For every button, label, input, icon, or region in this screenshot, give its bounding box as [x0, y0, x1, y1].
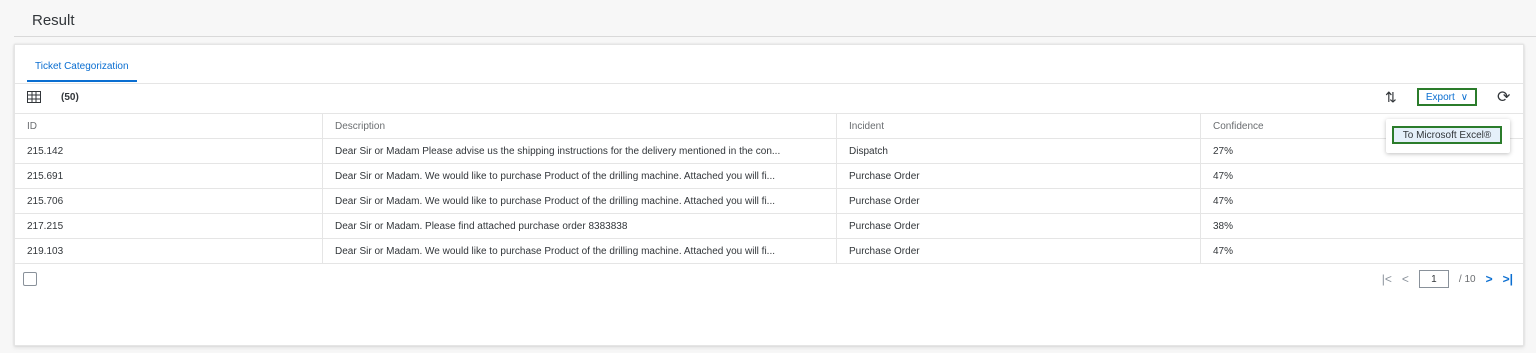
cell-incident: Purchase Order [836, 213, 1201, 239]
cell-incident: Purchase Order [836, 188, 1201, 214]
cell-id: 217.215 [15, 213, 323, 239]
cell-description: Dear Sir or Madam. We would like to purc… [322, 238, 837, 264]
last-page-icon[interactable]: >| [1503, 272, 1513, 286]
first-page-icon[interactable]: |< [1382, 272, 1392, 286]
table-row[interactable]: 215.142 Dear Sir or Madam Please advise … [15, 138, 1523, 164]
export-label: Export [1425, 91, 1455, 103]
tab-bar: Ticket Categorization [15, 45, 1523, 84]
export-button[interactable]: Export ∨ [1417, 88, 1477, 106]
tab-ticket-categorization[interactable]: Ticket Categorization [27, 61, 137, 82]
page-number-input[interactable] [1418, 270, 1449, 288]
column-header-description[interactable]: Description [322, 113, 837, 139]
page-title: Result [32, 12, 75, 29]
table-header-row: ID Description Incident Confidence [15, 113, 1523, 139]
pagination: |< < / 10 > >| [1382, 270, 1513, 288]
cell-description: Dear Sir or Madam. We would like to purc… [322, 188, 837, 214]
table-footer: |< < / 10 > >| [15, 264, 1523, 294]
row-count: (50) [61, 92, 79, 103]
result-card: Ticket Categorization (50) ⇅ Export ∨ ⟳ … [14, 44, 1524, 346]
table-row[interactable]: 219.103 Dear Sir or Madam. We would like… [15, 238, 1523, 264]
cell-id: 219.103 [15, 238, 323, 264]
table-row[interactable]: 215.706 Dear Sir or Madam. We would like… [15, 188, 1523, 214]
table-grid-icon [27, 91, 42, 104]
select-all-checkbox[interactable] [23, 272, 37, 286]
cell-confidence: 47% [1200, 163, 1523, 189]
cell-id: 215.691 [15, 163, 323, 189]
cell-incident: Purchase Order [836, 238, 1201, 264]
column-header-incident[interactable]: Incident [836, 113, 1201, 139]
cell-incident: Dispatch [836, 138, 1201, 164]
column-header-id[interactable]: ID [15, 113, 323, 139]
cell-confidence: 38% [1200, 213, 1523, 239]
cell-confidence: 47% [1200, 188, 1523, 214]
page-total: / 10 [1458, 273, 1476, 285]
chevron-down-icon: ∨ [1460, 91, 1469, 103]
table-row[interactable]: 215.691 Dear Sir or Madam. We would like… [15, 163, 1523, 189]
cell-incident: Purchase Order [836, 163, 1201, 189]
cell-description: Dear Sir or Madam. Please find attached … [322, 213, 837, 239]
page-header: Result [14, 6, 1536, 37]
cell-id: 215.706 [15, 188, 323, 214]
next-page-icon[interactable]: > [1486, 272, 1493, 286]
export-menu: To Microsoft Excel® [1386, 119, 1510, 153]
results-table: ID Description Incident Confidence 215.1… [15, 113, 1523, 264]
cell-description: Dear Sir or Madam Please advise us the s… [322, 138, 837, 164]
cell-id: 215.142 [15, 138, 323, 164]
cell-description: Dear Sir or Madam. We would like to purc… [322, 163, 837, 189]
previous-page-icon[interactable]: < [1402, 272, 1409, 286]
table-row[interactable]: 217.215 Dear Sir or Madam. Please find a… [15, 213, 1523, 239]
export-to-excel-option[interactable]: To Microsoft Excel® [1392, 126, 1502, 144]
sort-icon[interactable]: ⇅ [1385, 89, 1397, 106]
table-toolbar: (50) ⇅ Export ∨ ⟳ [15, 84, 1523, 112]
cell-confidence: 47% [1200, 238, 1523, 264]
refresh-icon[interactable]: ⟳ [1497, 87, 1510, 107]
